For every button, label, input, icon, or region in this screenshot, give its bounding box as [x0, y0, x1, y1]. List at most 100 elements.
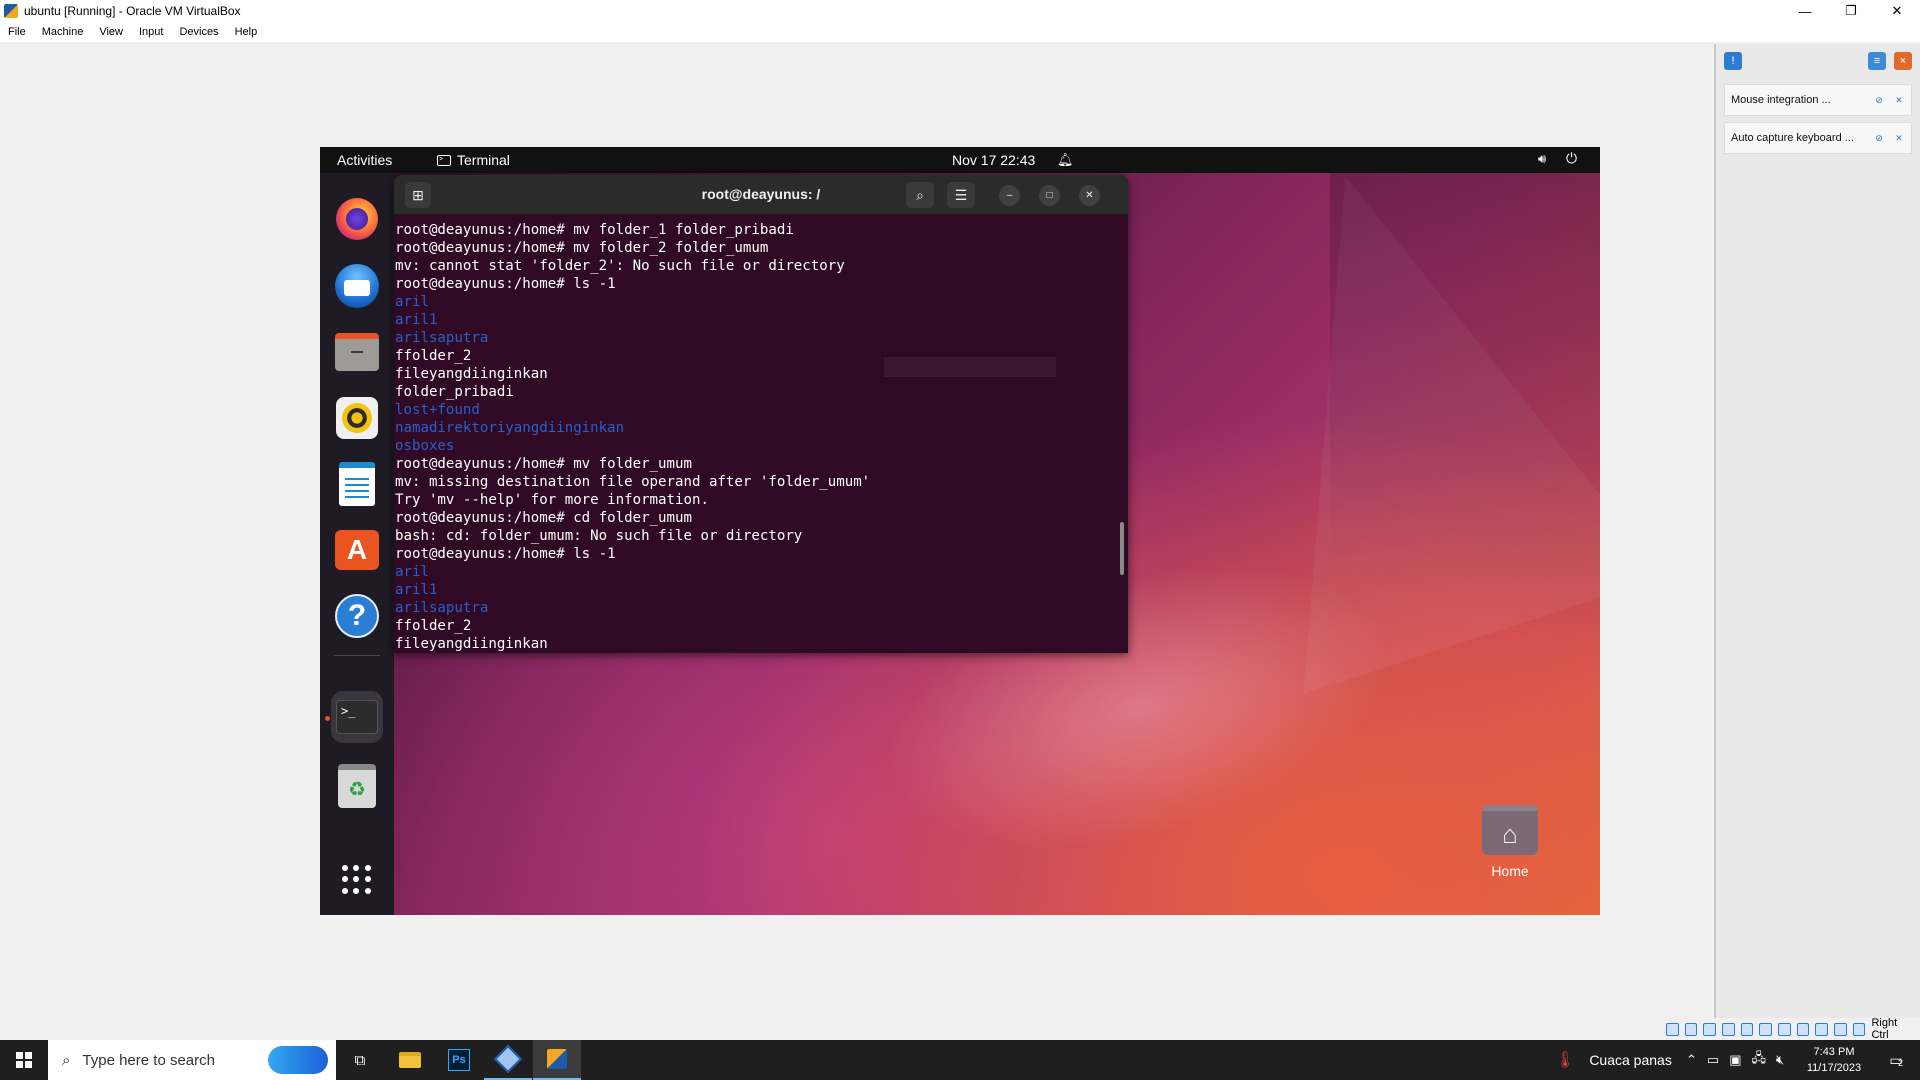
libreoffice-writer-icon[interactable] — [331, 458, 383, 510]
close-button[interactable]: ✕ — [1874, 0, 1920, 22]
rhythmbox-icon[interactable] — [331, 392, 383, 444]
activities-button[interactable]: Activities — [337, 152, 392, 168]
clock[interactable]: Nov 17 22:43 — [952, 152, 1035, 168]
app-menu-label: Terminal — [457, 152, 510, 168]
firefox-icon[interactable] — [331, 193, 383, 245]
terminal-output[interactable]: root@deayunus:/home# mv folder_1 folder_… — [394, 215, 1128, 653]
terminal-line: mv: missing destination file operand aft… — [395, 474, 871, 490]
cpu-icon[interactable] — [1815, 1022, 1829, 1036]
display-icon[interactable] — [1778, 1022, 1791, 1036]
terminal-line-directory: osboxes — [395, 438, 455, 454]
dock: A ? >_ ♻ — [320, 173, 394, 915]
bell-icon[interactable]: 🔔︎ — [1057, 152, 1074, 168]
search-button[interactable]: ⌕ — [906, 182, 934, 208]
terminal-line-directory: arilsaputra — [395, 600, 489, 616]
system-tray: ⌃ ▭ ▣ 🖧︎ 🔇︎ — [1686, 1040, 1794, 1080]
usb-icon[interactable] — [1740, 1022, 1754, 1036]
terminal-line: ffolder_2 — [395, 618, 472, 634]
host-key-label: Right Ctrl — [1871, 1017, 1898, 1041]
terminal-icon: > — [437, 154, 451, 166]
windows-logo-icon — [16, 1052, 32, 1068]
dismiss-icon[interactable]: ✕ — [1893, 94, 1905, 106]
thunderbird-icon[interactable] — [331, 260, 383, 312]
photoshop-icon[interactable]: Ps — [435, 1040, 483, 1080]
weather-text: Cuaca panas — [1589, 1052, 1672, 1068]
taskbar-clock[interactable]: 7:43 PM 11/17/2023 — [1804, 1044, 1864, 1076]
terminal-icon[interactable]: >_ — [331, 691, 383, 743]
dismiss-icon[interactable]: ✕ — [1893, 132, 1905, 144]
restore-button[interactable]: ❐ — [1828, 0, 1874, 22]
home-label: Home — [1491, 863, 1529, 879]
menu-machine[interactable]: Machine — [34, 26, 92, 38]
terminal-line: root@deayunus:/home# cd folder_umum — [395, 510, 692, 526]
mouse-integration-icon[interactable] — [1834, 1022, 1847, 1036]
keyboard-capture-icon[interactable] — [1852, 1022, 1866, 1036]
desktop-home-folder[interactable]: Home — [1470, 805, 1550, 879]
dock-panel-icon[interactable]: ≡ — [1868, 52, 1886, 70]
shared-folder-icon[interactable] — [1759, 1022, 1773, 1036]
ubuntu-software-icon[interactable]: A — [331, 524, 383, 576]
virtualbox-vm-icon[interactable] — [533, 1040, 581, 1080]
panel-header: ! ≡ × — [1716, 44, 1920, 78]
file-explorer-icon[interactable] — [386, 1040, 434, 1080]
dont-show-icon[interactable]: ⊘ — [1873, 132, 1885, 144]
action-center-icon[interactable]: ▭ 2 — [1876, 1040, 1916, 1080]
vbox-titlebar: ubuntu [Running] - Oracle VM VirtualBox … — [0, 0, 1920, 22]
menu-view[interactable]: View — [91, 26, 131, 38]
terminal-line-directory: aril — [395, 564, 429, 580]
hamburger-menu-button[interactable]: ☰ — [947, 182, 975, 208]
close-button[interactable]: ✕ — [1079, 185, 1100, 206]
app-menu[interactable]: > Terminal — [437, 152, 510, 168]
minimize-button[interactable]: — — [1782, 0, 1828, 22]
optical-drive-icon[interactable] — [1684, 1022, 1698, 1036]
network-icon[interactable] — [1721, 1022, 1735, 1036]
notification-mouse-integration[interactable]: Mouse integration ... ⊘ ✕ — [1724, 84, 1912, 116]
scrollbar-thumb[interactable] — [1120, 522, 1124, 575]
trash-icon[interactable]: ♻ — [331, 760, 383, 812]
terminal-line-directory: lost+found — [395, 402, 480, 418]
notification-auto-capture[interactable]: Auto capture keyboard ... ⊘ ✕ — [1724, 122, 1912, 154]
help-icon[interactable]: ? — [331, 590, 383, 642]
menu-help[interactable]: Help — [227, 26, 266, 38]
volume-icon[interactable]: 🔊︎ — [1538, 151, 1546, 167]
terminal-line-directory: arilsaputra — [395, 330, 489, 346]
terminal-line: root@deayunus:/home# mv folder_2 folder_… — [395, 240, 769, 256]
minimize-button[interactable]: – — [999, 185, 1020, 206]
show-apps-icon[interactable] — [331, 854, 383, 906]
files-icon[interactable] — [331, 326, 383, 378]
terminal-line: root@deayunus:/home# mv folder_umum — [395, 456, 692, 472]
chevron-up-icon[interactable]: ⌃ — [1686, 1052, 1697, 1068]
virtualbox-manager-icon[interactable] — [484, 1040, 532, 1080]
task-view-icon[interactable]: ⧉ — [336, 1040, 384, 1080]
notification-count: 2 — [1898, 1058, 1904, 1068]
recording-icon[interactable] — [1796, 1022, 1810, 1036]
start-button[interactable] — [0, 1040, 48, 1080]
ubuntu-guest-screen[interactable]: Activities > Terminal Nov 17 22:43 🔔︎ 🔊︎… — [320, 147, 1600, 915]
maximize-button[interactable]: □ — [1039, 185, 1060, 206]
menu-file[interactable]: File — [0, 26, 34, 38]
weather-widget[interactable]: 🌡︎ Cuaca panas — [1555, 1040, 1672, 1080]
search-icon: ⌕ — [62, 1051, 71, 1069]
running-indicator — [325, 716, 330, 721]
notification-text: Mouse integration ... — [1731, 94, 1831, 106]
taskbar-search-box[interactable]: ⌕ Type here to search — [48, 1040, 336, 1080]
terminal-line: root@deayunus:/home# mv folder_1 folder_… — [395, 222, 794, 238]
network-icon[interactable]: 🖧︎ — [1752, 1049, 1767, 1071]
hard-disk-icon[interactable] — [1665, 1022, 1679, 1036]
dont-show-icon[interactable]: ⊘ — [1873, 94, 1885, 106]
close-all-icon[interactable]: × — [1894, 52, 1912, 70]
terminal-line: root@deayunus:/home# ls -1 — [395, 276, 616, 292]
tray-app-icon[interactable]: ▣ — [1729, 1052, 1741, 1068]
tray-app-icon[interactable]: ▭ — [1707, 1052, 1719, 1068]
terminal-line-directory: aril1 — [395, 312, 438, 328]
power-icon[interactable]: ⏻ — [1566, 150, 1577, 167]
terminal-header-bar[interactable]: ⊞ root@deayunus: / ⌕ ☰ – □ ✕ — [394, 175, 1128, 215]
menu-input[interactable]: Input — [131, 26, 171, 38]
info-icon[interactable]: ! — [1724, 52, 1742, 70]
terminal-line: Try 'mv --help' for more information. — [395, 492, 709, 508]
speaker-muted-icon[interactable]: 🔇︎ — [1776, 1052, 1784, 1068]
vbox-menubar: File Machine View Input Devices Help — [0, 22, 1920, 42]
menu-devices[interactable]: Devices — [171, 26, 226, 38]
terminal-window[interactable]: ⊞ root@deayunus: / ⌕ ☰ – □ ✕ root@deayun… — [394, 175, 1128, 653]
audio-icon[interactable] — [1703, 1022, 1716, 1036]
